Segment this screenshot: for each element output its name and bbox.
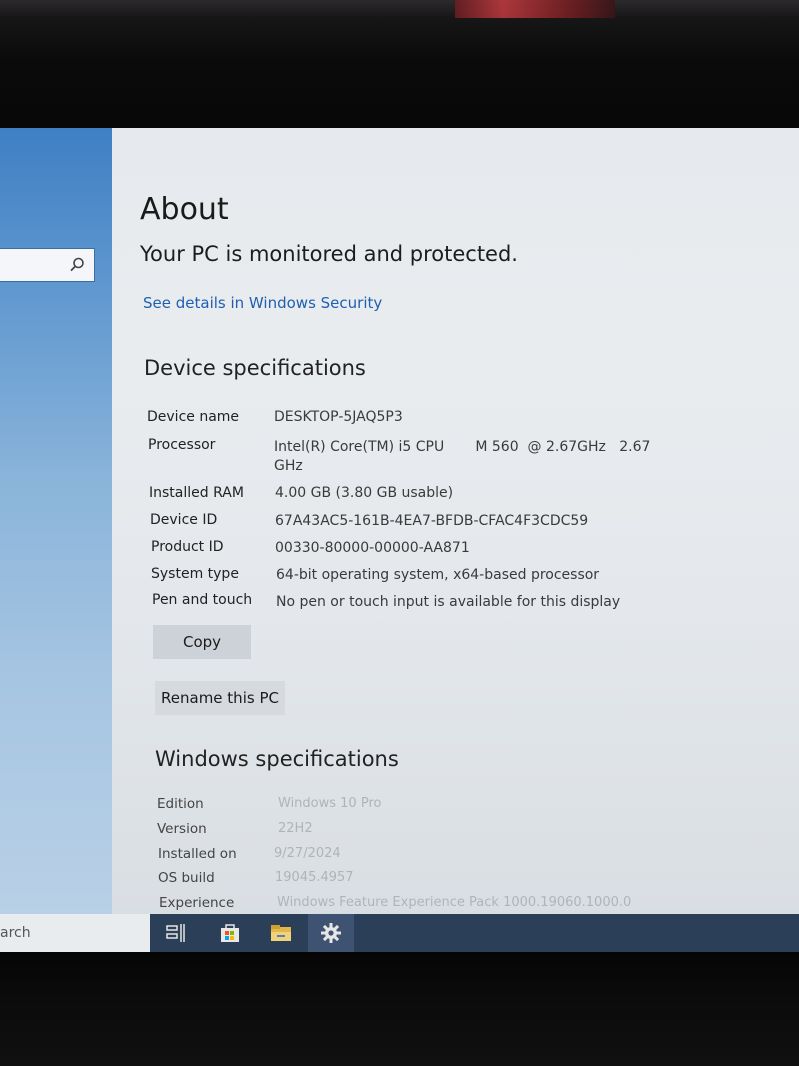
spec-label-system-type: System type — [151, 566, 239, 582]
search-icon — [70, 257, 84, 272]
taskbar-search[interactable]: arch — [0, 914, 150, 952]
settings-sidebar — [0, 128, 112, 914]
spec-label-device-id: Device ID — [150, 512, 218, 528]
spec-label-pen-touch: Pen and touch — [152, 592, 253, 608]
spec-label-device-name: Device name — [147, 409, 240, 425]
spec-value-device-id: 67A43AC5-161B-4EA7-BFDB-CFAC4F3CDC59 — [275, 513, 589, 529]
top-bezel — [0, 0, 799, 128]
win-label-os-build: OS build — [158, 870, 215, 886]
task-view-icon[interactable] — [163, 920, 189, 946]
settings-search-box[interactable] — [0, 248, 95, 282]
spec-label-installed-ram: Installed RAM — [149, 485, 244, 501]
spec-label-processor: Processor — [148, 437, 216, 453]
bezel-reflection — [455, 0, 615, 18]
win-value-edition: Windows 10 Pro — [278, 796, 382, 811]
spec-label-product-id: Product ID — [151, 539, 224, 555]
security-status: Your PC is monitored and protected. — [140, 242, 518, 266]
spec-value-product-id: 00330-80000-00000-AA871 — [275, 540, 470, 556]
win-label-edition: Edition — [157, 796, 204, 812]
spec-value-pen-touch: No pen or touch input is available for t… — [276, 594, 621, 610]
spec-value-system-type: 64-bit operating system, x64-based proce… — [276, 567, 600, 583]
taskbar: arch — [0, 914, 799, 952]
spec-value-processor-cont: GHz — [274, 458, 303, 474]
spec-value-processor: Intel(R) Core(TM) i5 CPU M 560 @ 2.67GHz… — [274, 439, 651, 455]
win-value-experience: Windows Feature Experience Pack 1000.190… — [277, 895, 632, 910]
spec-value-device-name: DESKTOP-5JAQ5P3 — [274, 409, 403, 425]
win-value-version: 22H2 — [278, 821, 313, 836]
bottom-bezel — [0, 952, 799, 1066]
win-label-version: Version — [157, 821, 207, 837]
win-value-installed-on: 9/27/2024 — [274, 846, 341, 861]
device-specs-heading: Device specifications — [144, 356, 366, 380]
rename-pc-button[interactable]: Rename this PC — [155, 681, 285, 715]
settings-icon[interactable] — [318, 920, 344, 946]
win-label-experience: Experience — [159, 895, 235, 911]
win-value-os-build: 19045.4957 — [275, 870, 354, 885]
page-title: About — [140, 192, 229, 227]
spec-value-installed-ram: 4.00 GB (3.80 GB usable) — [275, 485, 454, 501]
file-explorer-icon[interactable] — [268, 920, 294, 946]
copy-button[interactable]: Copy — [153, 625, 251, 659]
win-label-installed-on: Installed on — [158, 846, 237, 862]
windows-specs-heading: Windows specifications — [155, 747, 399, 771]
about-panel: About Your PC is monitored and protected… — [112, 128, 799, 914]
windows-security-link[interactable]: See details in Windows Security — [143, 294, 382, 312]
screen: About Your PC is monitored and protected… — [0, 128, 799, 952]
store-icon[interactable] — [217, 920, 243, 946]
